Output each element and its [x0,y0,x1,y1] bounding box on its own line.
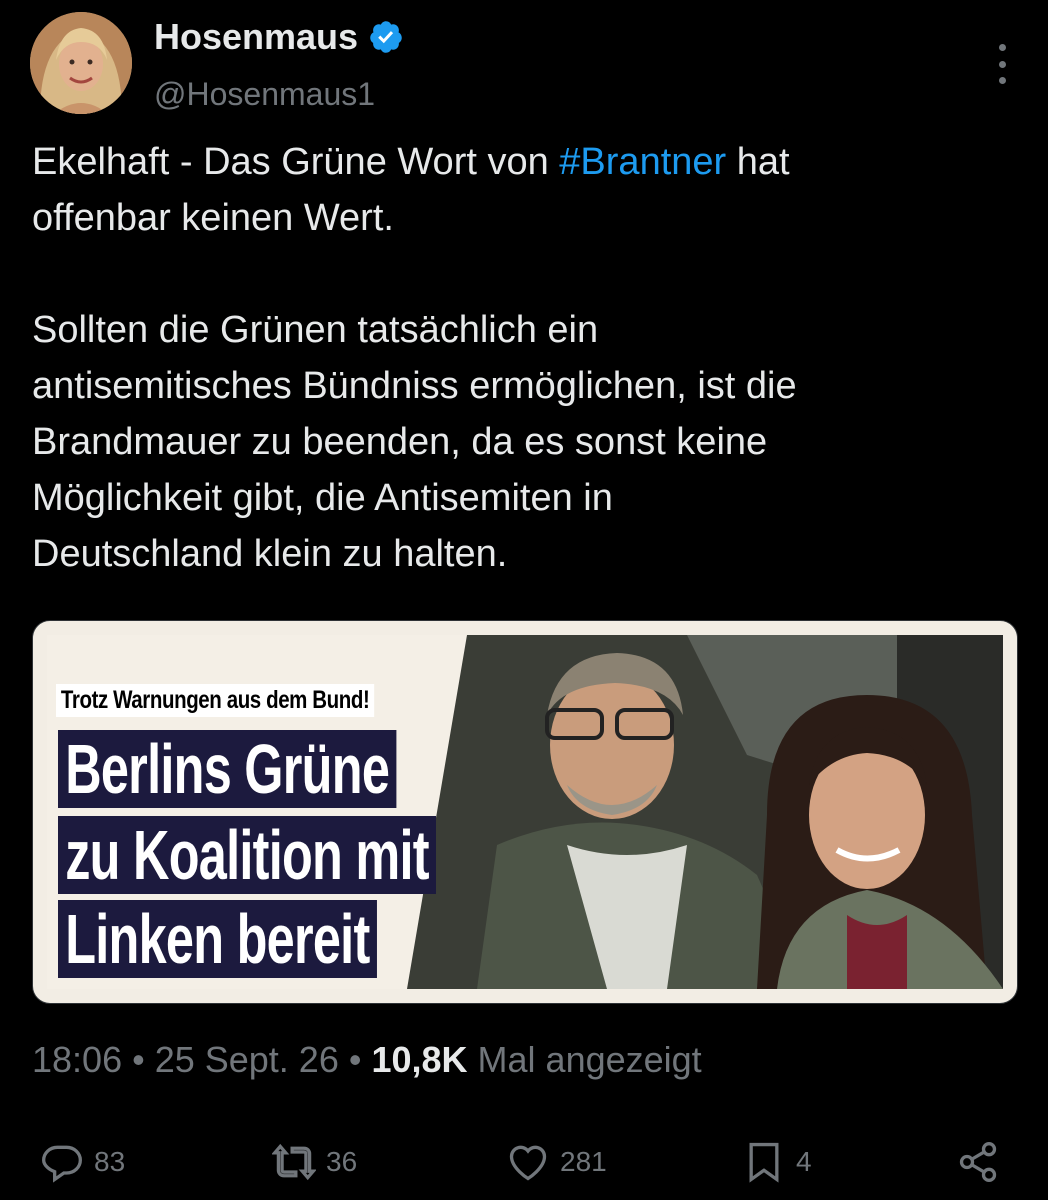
tweet-para2-line-5: Deutschland klein zu halten. [32,533,508,575]
author-name-text[interactable]: Hosenmaus [154,16,358,58]
more-options-icon[interactable] [994,44,1010,84]
tweet-time[interactable]: 18:06 [32,1039,122,1080]
action-bar: 83 36 281 4 [0,1134,1048,1190]
views-label: Mal angezeigt [467,1039,702,1080]
tweet-date[interactable]: 25 Sept. 26 [155,1039,339,1080]
bookmark-count: 4 [796,1146,812,1177]
share-button[interactable] [956,1134,1000,1190]
repost-count: 36 [326,1146,358,1177]
verified-badge-icon [370,21,402,53]
media-headline-3: Linken bereit [58,900,377,978]
repost-icon [272,1143,316,1181]
hashtag-link[interactable]: #Brantner [559,141,726,183]
author-handle[interactable]: @Hosenmaus1 [154,74,375,114]
bookmark-button[interactable]: 4 [742,1134,812,1190]
share-icon [959,1142,997,1182]
tweet-line-2: offenbar keinen Wert. [32,197,394,239]
tweet-para2-line-4: Möglichkeit gibt, die Antisemiten in [32,477,613,519]
media-headline-2: zu Koalition mit [58,816,437,894]
media-headline-1: Berlins Grüne [58,730,397,808]
heart-icon [509,1145,547,1181]
avatar[interactable] [30,12,132,114]
reply-button[interactable]: 83 [40,1134,125,1190]
author-name[interactable]: Hosenmaus [154,16,404,58]
views-count: 10,8K [371,1039,468,1080]
tweet-para2-line-3: Brandmauer zu beenden, da es sonst keine [32,421,768,463]
tweet-para2-line-1: Sollten die Grünen tatsächlich ein [32,309,599,351]
reply-count: 83 [94,1146,126,1177]
tweet-line-1: Ekelhaft - Das Grüne Wort von #Brantner … [32,141,790,183]
repost-button[interactable]: 36 [272,1134,357,1190]
reply-icon [42,1145,82,1183]
tweet-meta: 18:06 • 25 Sept. 26 • 10,8K Mal angezeig… [32,1039,702,1080]
like-button[interactable]: 281 [506,1134,607,1190]
media-kicker: Trotz Warnungen aus dem Bund! [56,684,375,717]
like-count: 281 [560,1146,607,1177]
tweet-text: Ekelhaft - Das Grüne Wort von #Brantner … [32,134,1012,582]
bookmark-icon [749,1142,779,1183]
tweet-para2-line-2: antisemitisches Bündniss ermöglichen, is… [32,365,797,407]
